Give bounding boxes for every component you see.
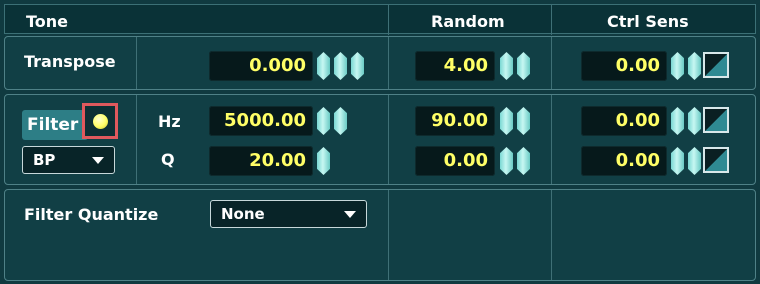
filter-toggle-button[interactable]: Filter: [22, 110, 88, 140]
section-divider: [388, 190, 389, 280]
transpose-label: Transpose: [24, 52, 116, 71]
filter-type-value: BP: [33, 151, 56, 169]
transpose-value[interactable]: 0.000: [209, 51, 313, 81]
q-label: Q: [161, 150, 175, 169]
section-divider: [388, 37, 389, 89]
header-divider: [388, 5, 389, 35]
ctrl-sens-heading: Ctrl Sens: [607, 12, 689, 31]
transpose-ctrl-sens-value[interactable]: 0.00: [581, 51, 667, 81]
q-ctrl-sens-value[interactable]: 0.00: [581, 146, 667, 176]
section-divider: [551, 190, 552, 280]
section-divider: [388, 95, 389, 184]
hz-curve-button[interactable]: [703, 107, 729, 133]
transpose-random-value[interactable]: 4.00: [415, 51, 495, 81]
section-divider: [136, 37, 137, 89]
header-divider: [551, 5, 552, 35]
filter-hz-value[interactable]: 5000.00: [209, 106, 313, 136]
filter-quantize-dropdown[interactable]: None: [210, 200, 367, 228]
curve-icon: [705, 54, 727, 76]
section-divider: [551, 37, 552, 89]
transpose-curve-button[interactable]: [703, 52, 729, 78]
tone-heading: Tone: [26, 12, 69, 31]
chevron-down-icon: [344, 211, 356, 218]
filter-quantize-value: None: [221, 205, 265, 223]
chevron-down-icon: [92, 157, 104, 164]
section-divider: [551, 95, 552, 184]
hz-random-value[interactable]: 90.00: [415, 106, 495, 136]
q-curve-button[interactable]: [703, 147, 729, 173]
filter-type-dropdown[interactable]: BP: [22, 146, 115, 174]
filter-quantize-section: [4, 189, 756, 281]
filter-led-highlight[interactable]: [82, 103, 118, 139]
curve-icon: [705, 149, 727, 171]
hz-ctrl-sens-value[interactable]: 0.00: [581, 106, 667, 136]
filter-led-icon: [93, 114, 108, 129]
curve-icon: [705, 109, 727, 131]
random-heading: Random: [431, 12, 505, 31]
filter-quantize-label: Filter Quantize: [24, 205, 159, 224]
tone-panel: Tone Random Ctrl Sens Transpose 0.000 4.…: [0, 0, 760, 284]
hz-label: Hz: [158, 112, 181, 131]
section-divider: [136, 95, 137, 184]
q-random-value[interactable]: 0.00: [415, 146, 495, 176]
filter-q-value[interactable]: 20.00: [209, 146, 313, 176]
